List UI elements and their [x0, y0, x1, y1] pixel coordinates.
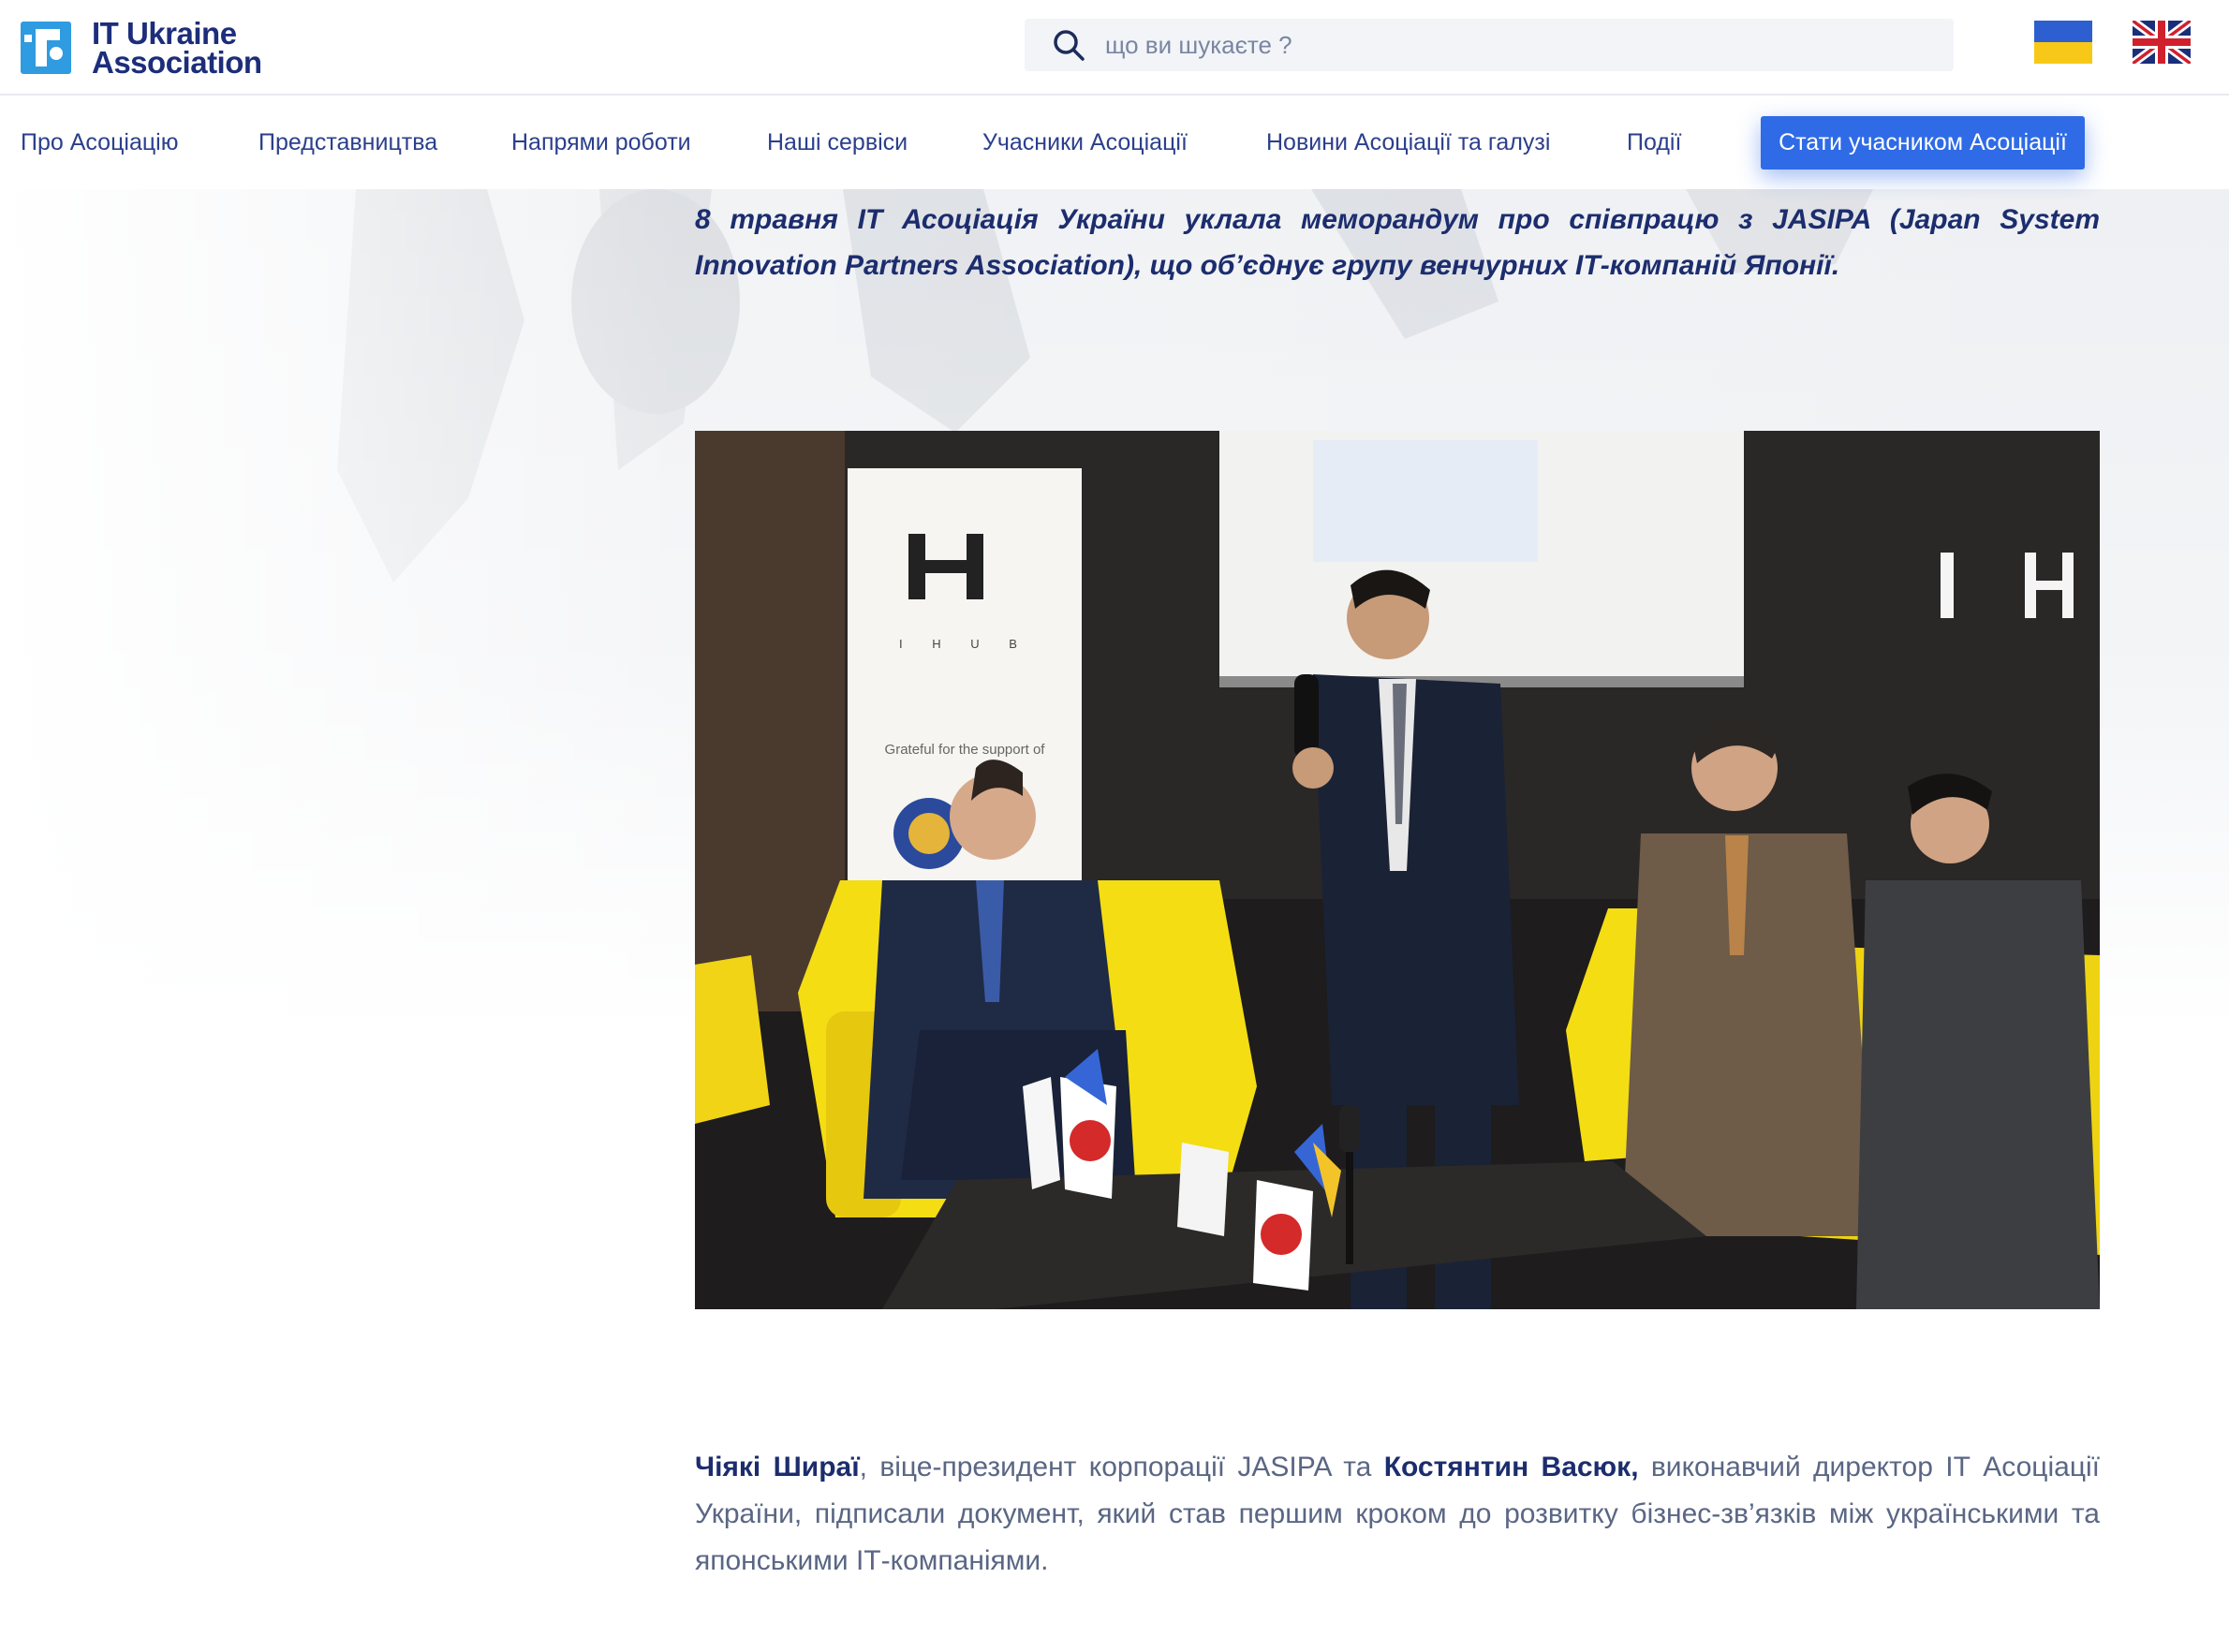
- search-input[interactable]: [1105, 30, 1911, 60]
- person-name-shirai: Чіякі Шираї: [695, 1452, 860, 1482]
- logo-text: IT Ukraine Association: [92, 16, 262, 80]
- nav-item-news[interactable]: Новини Асоціації та галузі: [1266, 129, 1550, 156]
- nav-item-representations[interactable]: Представництва: [258, 129, 437, 156]
- article-body: Чіякі Шираї, віце-президент корпорації J…: [695, 1444, 2100, 1585]
- nav-item-members[interactable]: Учасники Асоціації: [982, 129, 1188, 156]
- article-lead: 8 травня ІТ Асоціація України уклала мем…: [695, 204, 2100, 281]
- site-logo[interactable]: IT Ukraine Association: [21, 16, 262, 80]
- site-header: IT Ukraine Association: [0, 0, 2229, 96]
- logo-mark-icon: [21, 22, 71, 74]
- nav-item-directions[interactable]: Напрями роботи: [511, 129, 691, 156]
- body-text-part-1: , віце-президент корпорації JASIPA та: [859, 1452, 1384, 1482]
- logo-line-2: Association: [92, 45, 262, 80]
- person-name-vasiuk: Костянтин Васюк,: [1383, 1452, 1639, 1482]
- main-nav: Про Асоціацію Представництва Напрями роб…: [0, 97, 2229, 189]
- ukraine-flag-icon[interactable]: [2034, 21, 2092, 64]
- nav-item-events[interactable]: Події: [1627, 129, 1681, 156]
- article-photo: I H U B Grateful for the support of: [695, 431, 2100, 1309]
- logo-line-1: IT Ukraine: [92, 16, 237, 51]
- become-member-button[interactable]: Стати учасником Асоціації: [1761, 116, 2085, 170]
- photo-banner-letters: I H U B: [899, 637, 1030, 651]
- nav-item-services[interactable]: Наші сервіси: [767, 129, 908, 156]
- nav-item-about[interactable]: Про Асоціацію: [21, 129, 178, 156]
- search-bar[interactable]: [1025, 19, 1954, 71]
- photo-banner-caption: Grateful for the support of: [885, 742, 1046, 758]
- search-icon[interactable]: [1051, 27, 1086, 63]
- uk-flag-icon[interactable]: [2133, 21, 2191, 64]
